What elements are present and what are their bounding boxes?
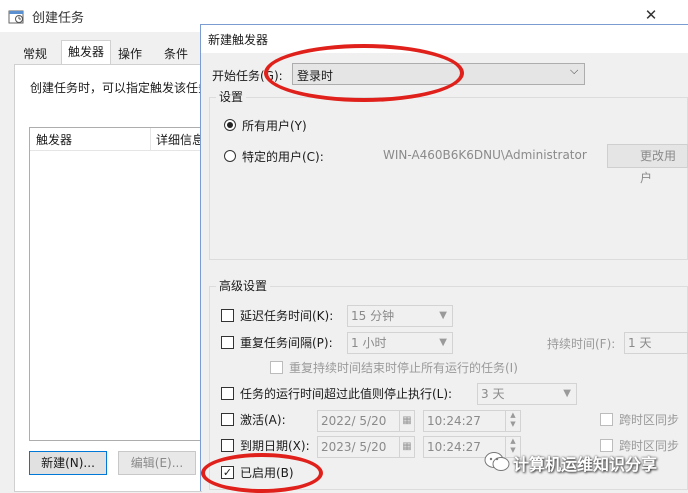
tab-general[interactable]: 常规 <box>16 42 54 66</box>
stop-if-runs-label[interactable]: 任务的运行时间超过此值则停止执行(L): <box>240 385 452 402</box>
activate-time-picker[interactable]: 10:24:27 ▲ ▼ <box>423 410 521 432</box>
wechat-icon <box>483 450 513 474</box>
activate-checkbox[interactable] <box>221 413 234 426</box>
expire-date-value: 2023/ 5/20 <box>321 440 387 454</box>
stop-at-end-checkbox[interactable] <box>270 361 283 374</box>
stop-if-runs-value: 3 天 <box>481 387 505 401</box>
expire-label[interactable]: 到期日期(X): <box>240 437 310 454</box>
radio-specific-user[interactable] <box>224 150 236 162</box>
trigger-list[interactable] <box>29 127 203 441</box>
highlight-ellipse <box>264 44 464 102</box>
column-header-trigger[interactable]: 触发器 <box>36 131 72 148</box>
spinner-icon: ▲ ▼ <box>505 411 520 431</box>
tab-conditions[interactable]: 条件 <box>157 42 195 66</box>
activate-label[interactable]: 激活(A): <box>240 411 286 428</box>
user-account-text: WIN-A460B6K6DNU\Administrator <box>383 148 587 162</box>
settings-group-label: 设置 <box>216 88 247 105</box>
chevron-down-icon[interactable]: ⌵ <box>570 64 578 78</box>
edit-button[interactable]: 编辑(E)... <box>118 451 196 475</box>
radio-all-users[interactable] <box>224 119 236 131</box>
dialog-title: 新建触发器 <box>208 33 269 47</box>
repeat-value: 1 小时 <box>351 336 387 350</box>
stop-if-runs-checkbox[interactable] <box>221 387 234 400</box>
expire-time-value: 10:24:27 <box>427 440 481 454</box>
repeat-checkbox[interactable] <box>221 336 234 349</box>
duration-label: 持续时间(F): <box>547 337 616 351</box>
change-user-button[interactable]: 更改用户 <box>607 144 688 185</box>
stop-if-runs-select[interactable]: 3 天 ▼ <box>477 383 577 405</box>
delay-checkbox[interactable] <box>221 309 234 322</box>
expire-checkbox[interactable] <box>221 439 234 452</box>
stop-at-end-label[interactable]: 重复持续时间结束时停止所有运行的任务(I) <box>289 359 518 376</box>
close-icon[interactable]: ✕ <box>640 4 662 26</box>
activate-sync-checkbox[interactable] <box>600 413 613 426</box>
expire-date-picker[interactable]: 2023/ 5/20 ▦ <box>317 436 415 458</box>
chevron-down-icon: ▼ <box>439 310 447 321</box>
back-window-title: 创建任务 <box>32 11 85 26</box>
advanced-settings-label: 高级设置 <box>216 277 271 294</box>
highlight-ellipse <box>201 453 323 493</box>
activate-time-value: 10:24:27 <box>427 414 481 428</box>
task-scheduler-icon <box>8 8 24 24</box>
repeat-select[interactable]: 1 小时 ▼ <box>347 332 453 354</box>
delay-label[interactable]: 延迟任务时间(K): <box>240 307 333 324</box>
duration-select[interactable]: 1 天 <box>624 332 688 354</box>
duration-value: 1 天 <box>628 336 652 350</box>
activate-sync-label[interactable]: 跨时区同步 <box>619 411 679 428</box>
new-button[interactable]: 新建(N)... <box>29 451 107 475</box>
chevron-down-icon: ▼ <box>563 388 571 399</box>
radio-all-users-label[interactable]: 所有用户(Y) <box>242 117 307 134</box>
chevron-down-icon: ▼ <box>439 337 447 348</box>
activate-date-picker[interactable]: 2022/ 5/20 ▦ <box>317 410 415 432</box>
dialog-title-bar <box>201 25 688 53</box>
delay-select[interactable]: 15 分钟 ▼ <box>347 305 453 327</box>
tab-triggers[interactable]: 触发器 <box>61 40 112 67</box>
calendar-icon: ▦ <box>399 411 414 431</box>
activate-date-value: 2022/ 5/20 <box>321 414 387 428</box>
column-separator <box>150 128 151 150</box>
calendar-icon: ▦ <box>399 437 414 457</box>
repeat-label[interactable]: 重复任务间隔(P): <box>240 334 333 351</box>
watermark-text: 计算机运维知识分享 <box>513 455 658 474</box>
tab-actions[interactable]: 操作 <box>111 42 149 66</box>
radio-specific-user-label[interactable]: 特定的用户(C): <box>242 148 324 165</box>
delay-value: 15 分钟 <box>351 309 395 323</box>
trigger-description: 创建任务时，可以指定触发该任务 <box>30 81 211 95</box>
column-header-details[interactable]: 详细信息 <box>156 131 204 148</box>
